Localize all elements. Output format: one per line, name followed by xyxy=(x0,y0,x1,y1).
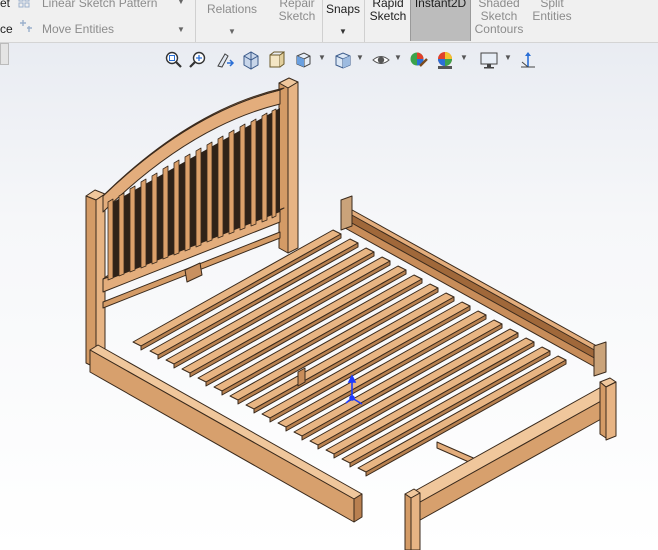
cut-label-left2[interactable]: ce xyxy=(0,22,13,36)
dynamic-annotation-icon[interactable] xyxy=(267,50,287,70)
chevron-down-icon[interactable]: ▼ xyxy=(460,53,468,62)
chevron-down-icon[interactable]: ▼ xyxy=(318,53,326,62)
instant2d-label: Instant2D xyxy=(414,0,467,10)
coordinate-triad-icon[interactable] xyxy=(518,50,538,70)
hide-show-items-icon[interactable] xyxy=(371,50,391,70)
edit-appearance-icon[interactable] xyxy=(409,50,429,70)
linear-pattern-icon[interactable] xyxy=(18,0,34,9)
quick-snaps-button[interactable]: Snaps xyxy=(323,3,363,16)
chevron-down-icon[interactable]: ▼ xyxy=(339,27,347,36)
repair-label-2: Sketch xyxy=(278,9,316,23)
shaded-label-3: Contours xyxy=(474,22,524,36)
view-settings-icon[interactable] xyxy=(479,50,499,70)
graphics-area[interactable] xyxy=(0,43,658,550)
display-style-icon[interactable] xyxy=(333,50,353,70)
chevron-down-icon[interactable]: ▼ xyxy=(504,53,512,62)
move-entities-icon[interactable] xyxy=(18,19,34,33)
cut-label-left[interactable]: et xyxy=(0,0,10,10)
linear-sketch-pattern-button[interactable]: Linear Sketch Pattern xyxy=(42,0,157,10)
zoom-to-area-icon[interactable] xyxy=(189,50,209,70)
split-entities-button[interactable]: Split Entities xyxy=(528,0,576,23)
rapid-label-2: Sketch xyxy=(369,9,407,23)
view-orientation-icon[interactable] xyxy=(293,50,313,70)
shaded-sketch-contours-button[interactable]: Shaded Sketch Contours xyxy=(472,0,526,36)
chevron-down-icon[interactable]: ▼ xyxy=(177,25,185,34)
split-label-2: Entities xyxy=(532,9,572,23)
snaps-label: Snaps xyxy=(325,2,361,16)
repair-sketch-button[interactable]: Repair Sketch xyxy=(270,0,324,23)
apply-scene-icon[interactable] xyxy=(435,50,455,70)
instant2d-button[interactable]: Instant2D xyxy=(410,0,471,41)
rapid-sketch-button[interactable]: Rapid Sketch xyxy=(366,0,410,23)
move-entities-button[interactable]: Move Entities xyxy=(42,22,114,36)
previous-view-icon[interactable] xyxy=(215,50,235,70)
section-view-icon[interactable] xyxy=(241,50,261,70)
chevron-down-icon[interactable]: ▼ xyxy=(356,53,364,62)
feature-manager-toggle[interactable] xyxy=(0,43,9,65)
relations-label: Relations xyxy=(206,2,258,16)
display-relations-button[interactable]: Relations xyxy=(200,3,264,16)
chevron-down-icon[interactable]: ▼ xyxy=(177,0,185,6)
command-manager-ribbon: et ce Linear Sketch Pattern ▼ Move Entit… xyxy=(0,0,658,43)
chevron-down-icon[interactable]: ▼ xyxy=(228,27,236,36)
chevron-down-icon[interactable]: ▼ xyxy=(394,53,402,62)
zoom-to-fit-icon[interactable] xyxy=(163,50,183,70)
